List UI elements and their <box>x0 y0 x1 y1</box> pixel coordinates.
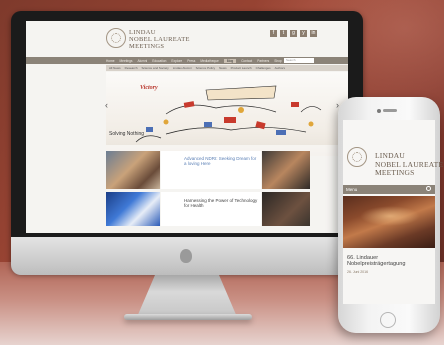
mobile-article-title[interactable]: 66. Lindauer Nobelpreisträgertagung <box>347 255 427 268</box>
mobile-photo-light <box>360 206 420 226</box>
card-image-scientists[interactable] <box>106 151 160 189</box>
front-camera-icon <box>377 109 381 113</box>
nav-item-alumni[interactable]: Alumni <box>137 59 147 63</box>
apple-logo-icon <box>180 249 192 263</box>
mobile-brand-seal-icon[interactable] <box>347 147 367 167</box>
facebook-icon[interactable]: f <box>270 30 277 37</box>
card-title-1[interactable]: Advanced NDRI: Seeking Dream for a lovin… <box>184 156 260 166</box>
nav-item-explore[interactable]: Explore <box>171 59 182 63</box>
brand-line-1: LINDAU <box>129 29 156 36</box>
nav-item-press[interactable]: Press <box>187 59 195 63</box>
mobile-menu-label[interactable]: Menu <box>346 187 357 192</box>
imac-stand-base <box>124 314 252 320</box>
brand-line-3: MEETINGS <box>129 43 165 50</box>
nav-item-partners[interactable]: Partners <box>257 59 269 63</box>
mobile-search-icon[interactable] <box>426 186 431 191</box>
googleplus-icon[interactable]: g <box>290 30 297 37</box>
youtube-icon[interactable]: y <box>300 30 307 37</box>
subnav-science-policy[interactable]: Science Policy <box>196 66 216 70</box>
nav-item-mediatheque[interactable]: Mediatheque <box>200 59 218 63</box>
hero-banner-text: Victory <box>140 85 158 91</box>
search-input[interactable]: Search <box>284 58 314 63</box>
hero-prev-arrow-icon[interactable]: ‹ <box>105 100 108 110</box>
subnav-research[interactable]: Research <box>125 66 138 70</box>
nav-item-meetings[interactable]: Meetings <box>120 59 133 63</box>
subnav-product-launch[interactable]: Product Launch <box>231 66 252 70</box>
mobile-brand-line-3: MEETINGS <box>375 168 415 177</box>
mobile-brand-name[interactable]: LINDAU NOBEL LAUREATE MEETINGS <box>375 151 443 178</box>
card-image-pills[interactable] <box>106 192 160 226</box>
subnav-authors[interactable]: Authors <box>275 66 285 70</box>
social-icons: f t g y in <box>270 30 317 37</box>
earpiece <box>383 109 397 112</box>
hero-title[interactable]: Solving Nothing <box>109 131 144 137</box>
subnav-news[interactable]: News <box>219 66 227 70</box>
mobile-article-date: 26. Juni 2016 <box>347 270 369 274</box>
subnav-lindau-alumni[interactable]: Lindau Alumni <box>173 66 192 70</box>
subnav-all-news[interactable]: All News <box>109 66 121 70</box>
twitter-icon[interactable]: t <box>280 30 287 37</box>
nav-item-contact[interactable]: Contact <box>241 59 252 63</box>
nav-item-shop[interactable]: Shop <box>274 59 281 63</box>
home-button[interactable] <box>380 312 396 328</box>
card-image-people[interactable] <box>262 192 310 226</box>
brand-name[interactable]: LINDAU NOBEL LAUREATE MEETINGS <box>129 29 190 50</box>
sub-nav: All News Research Science and Society Li… <box>106 65 348 71</box>
card-image-portrait[interactable] <box>262 151 310 189</box>
subnav-challenges[interactable]: Challenges <box>256 66 271 70</box>
nav-item-home[interactable]: Home <box>106 59 115 63</box>
subnav-science-society[interactable]: Science and Society <box>142 66 169 70</box>
linkedin-icon[interactable]: in <box>310 30 317 37</box>
brand-line-2: NOBEL LAUREATE <box>129 36 190 43</box>
nav-item-education[interactable]: Education <box>152 59 166 63</box>
card-title-2[interactable]: Harnessing the Power of Technology for H… <box>184 198 260 208</box>
brand-seal-icon[interactable] <box>106 28 126 48</box>
nav-item-blog[interactable]: Blog <box>223 58 237 63</box>
